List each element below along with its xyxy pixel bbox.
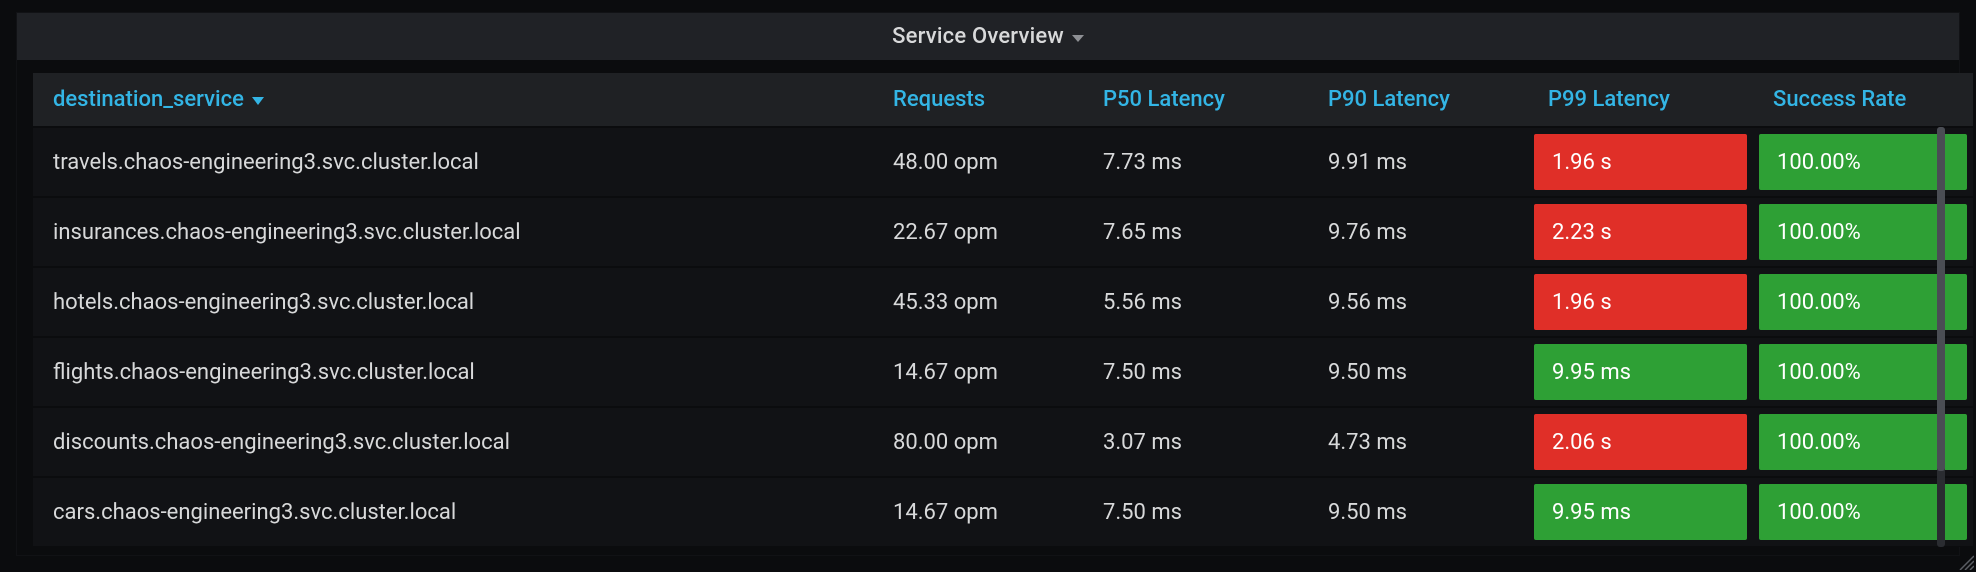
cell-destination-service: insurances.chaos-engineering3.svc.cluste… <box>33 197 873 267</box>
cell-p50: 5.56 ms <box>1083 267 1308 337</box>
chevron-down-icon <box>1072 35 1084 42</box>
p99-status-badge: 1.96 s <box>1534 134 1747 190</box>
table-row[interactable]: discounts.chaos-engineering3.svc.cluster… <box>33 407 1973 477</box>
cell-requests: 45.33 opm <box>873 267 1083 337</box>
col-header-requests[interactable]: Requests <box>873 73 1083 127</box>
cell-destination-service: cars.chaos-engineering3.svc.cluster.loca… <box>33 477 873 547</box>
cell-p50: 7.65 ms <box>1083 197 1308 267</box>
cell-p99: 2.23 s <box>1528 197 1753 267</box>
cell-p90: 9.76 ms <box>1308 197 1528 267</box>
table-row[interactable]: hotels.chaos-engineering3.svc.cluster.lo… <box>33 267 1973 337</box>
col-header-label: P90 Latency <box>1328 87 1450 112</box>
service-overview-panel: Service Overview destination_service Req… <box>16 12 1960 556</box>
cell-destination-service: travels.chaos-engineering3.svc.cluster.l… <box>33 127 873 197</box>
p99-status-badge: 1.96 s <box>1534 274 1747 330</box>
col-header-destination-service[interactable]: destination_service <box>33 73 873 127</box>
cell-requests: 14.67 opm <box>873 477 1083 547</box>
p99-status-badge: 9.95 ms <box>1534 344 1747 400</box>
success-status-badge: 100.00% <box>1759 344 1967 400</box>
p99-status-badge: 2.23 s <box>1534 204 1747 260</box>
cell-p99: 1.96 s <box>1528 267 1753 337</box>
cell-p90: 9.50 ms <box>1308 477 1528 547</box>
sort-desc-icon <box>252 97 264 105</box>
cell-p90: 9.91 ms <box>1308 127 1528 197</box>
cell-destination-service: discounts.chaos-engineering3.svc.cluster… <box>33 407 873 477</box>
cell-p50: 3.07 ms <box>1083 407 1308 477</box>
scrollbar-thumb[interactable] <box>1937 127 1945 471</box>
table-header-row: destination_service Requests P50 Latency… <box>33 73 1973 127</box>
cell-p90: 4.73 ms <box>1308 407 1528 477</box>
cell-p90: 9.56 ms <box>1308 267 1528 337</box>
cell-p90: 9.50 ms <box>1308 337 1528 407</box>
resize-handle-icon[interactable] <box>1956 552 1974 570</box>
col-header-p99[interactable]: P99 Latency <box>1528 73 1753 127</box>
col-header-label: P50 Latency <box>1103 87 1225 112</box>
cell-p50: 7.50 ms <box>1083 337 1308 407</box>
p99-status-badge: 9.95 ms <box>1534 484 1747 540</box>
table-row[interactable]: travels.chaos-engineering3.svc.cluster.l… <box>33 127 1973 197</box>
panel-title: Service Overview <box>892 24 1064 49</box>
panel-title-bar[interactable]: Service Overview <box>17 13 1959 61</box>
p99-status-badge: 2.06 s <box>1534 414 1747 470</box>
table-row[interactable]: cars.chaos-engineering3.svc.cluster.loca… <box>33 477 1973 547</box>
col-header-success[interactable]: Success Rate <box>1753 73 1973 127</box>
service-table: destination_service Requests P50 Latency… <box>33 73 1973 547</box>
cell-p99: 9.95 ms <box>1528 477 1753 547</box>
success-status-badge: 100.00% <box>1759 414 1967 470</box>
col-header-p50[interactable]: P50 Latency <box>1083 73 1308 127</box>
cell-p50: 7.73 ms <box>1083 127 1308 197</box>
table-row[interactable]: insurances.chaos-engineering3.svc.cluste… <box>33 197 1973 267</box>
col-header-label: P99 Latency <box>1548 87 1670 112</box>
table-row[interactable]: flights.chaos-engineering3.svc.cluster.l… <box>33 337 1973 407</box>
cell-destination-service: flights.chaos-engineering3.svc.cluster.l… <box>33 337 873 407</box>
cell-p99: 9.95 ms <box>1528 337 1753 407</box>
cell-p99: 1.96 s <box>1528 127 1753 197</box>
cell-requests: 14.67 opm <box>873 337 1083 407</box>
success-status-badge: 100.00% <box>1759 134 1967 190</box>
col-header-label: Success Rate <box>1773 87 1906 112</box>
success-status-badge: 100.00% <box>1759 204 1967 260</box>
vertical-scrollbar[interactable] <box>1937 127 1945 547</box>
success-status-badge: 100.00% <box>1759 484 1967 540</box>
cell-requests: 48.00 opm <box>873 127 1083 197</box>
table-wrap: destination_service Requests P50 Latency… <box>33 73 1943 547</box>
col-header-label: Requests <box>893 87 985 112</box>
cell-p99: 2.06 s <box>1528 407 1753 477</box>
cell-requests: 80.00 opm <box>873 407 1083 477</box>
cell-p50: 7.50 ms <box>1083 477 1308 547</box>
cell-destination-service: hotels.chaos-engineering3.svc.cluster.lo… <box>33 267 873 337</box>
col-header-p90[interactable]: P90 Latency <box>1308 73 1528 127</box>
col-header-label: destination_service <box>53 87 244 112</box>
success-status-badge: 100.00% <box>1759 274 1967 330</box>
cell-requests: 22.67 opm <box>873 197 1083 267</box>
